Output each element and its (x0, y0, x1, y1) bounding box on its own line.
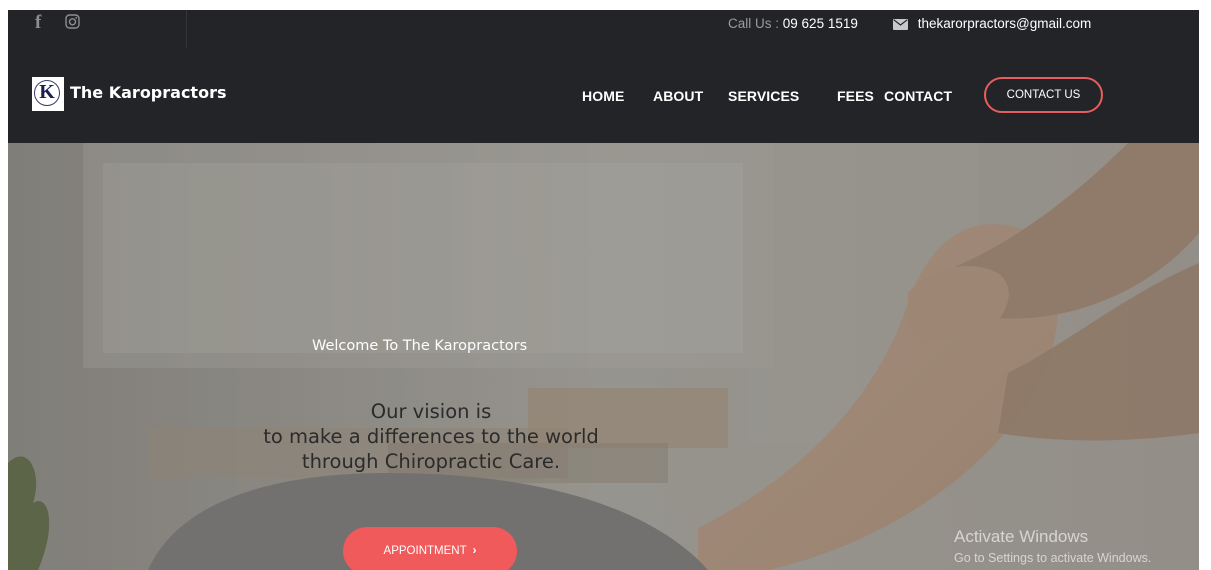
appointment-label: APPOINTMENT (383, 545, 467, 557)
watermark-subtitle: Go to Settings to activate Windows. (954, 551, 1152, 565)
logo[interactable]: K (32, 77, 64, 111)
vision-statement: Our vision is to make a differences to t… (160, 399, 702, 474)
navbar: K The Karopractors HOME ABOUT SERVICES F… (8, 48, 1199, 143)
watermark-title: Activate Windows (954, 527, 1089, 546)
page-frame: f Call Us : 09 625 1519 thekarorpractors… (8, 10, 1199, 570)
email-contact[interactable]: thekarorpractors@gmail.com (893, 16, 1091, 33)
chevron-right-icon: › (472, 545, 477, 557)
vision-line: to make a differences to the world (263, 425, 599, 448)
nav-home[interactable]: HOME (582, 88, 624, 104)
vision-line: Our vision is (370, 400, 492, 423)
brand-name[interactable]: The Karopractors (70, 83, 226, 102)
top-bar: f Call Us : 09 625 1519 thekarorpractors… (8, 10, 1199, 49)
call-us: Call Us : 09 625 1519 (728, 16, 858, 31)
instagram-icon[interactable] (65, 14, 80, 34)
hero-banner: Welcome To The Karopractors Our vision i… (8, 143, 1199, 570)
logo-mark: K (34, 80, 60, 106)
call-label: Call Us : (728, 16, 780, 31)
activate-windows-watermark: Activate Windows Go to Settings to activ… (954, 527, 1151, 565)
appointment-button[interactable]: APPOINTMENT › (343, 527, 517, 570)
email-address: thekarorpractors@gmail.com (917, 16, 1092, 31)
social-links: f (8, 10, 187, 48)
nav-fees[interactable]: FEES (837, 88, 874, 104)
nav-services[interactable]: SERVICES (728, 88, 799, 104)
phone-number[interactable]: 09 625 1519 (783, 16, 858, 31)
facebook-icon[interactable]: f (35, 13, 41, 33)
envelope-icon (893, 18, 908, 33)
nav-contact[interactable]: CONTACT (884, 88, 952, 104)
contact-us-button[interactable]: CONTACT US (984, 77, 1103, 113)
vision-line: through Chiropractic Care. (301, 450, 561, 473)
welcome-text: Welcome To The Karopractors (312, 338, 528, 354)
hero-background-image (8, 143, 1199, 570)
nav-about[interactable]: ABOUT (653, 88, 703, 104)
